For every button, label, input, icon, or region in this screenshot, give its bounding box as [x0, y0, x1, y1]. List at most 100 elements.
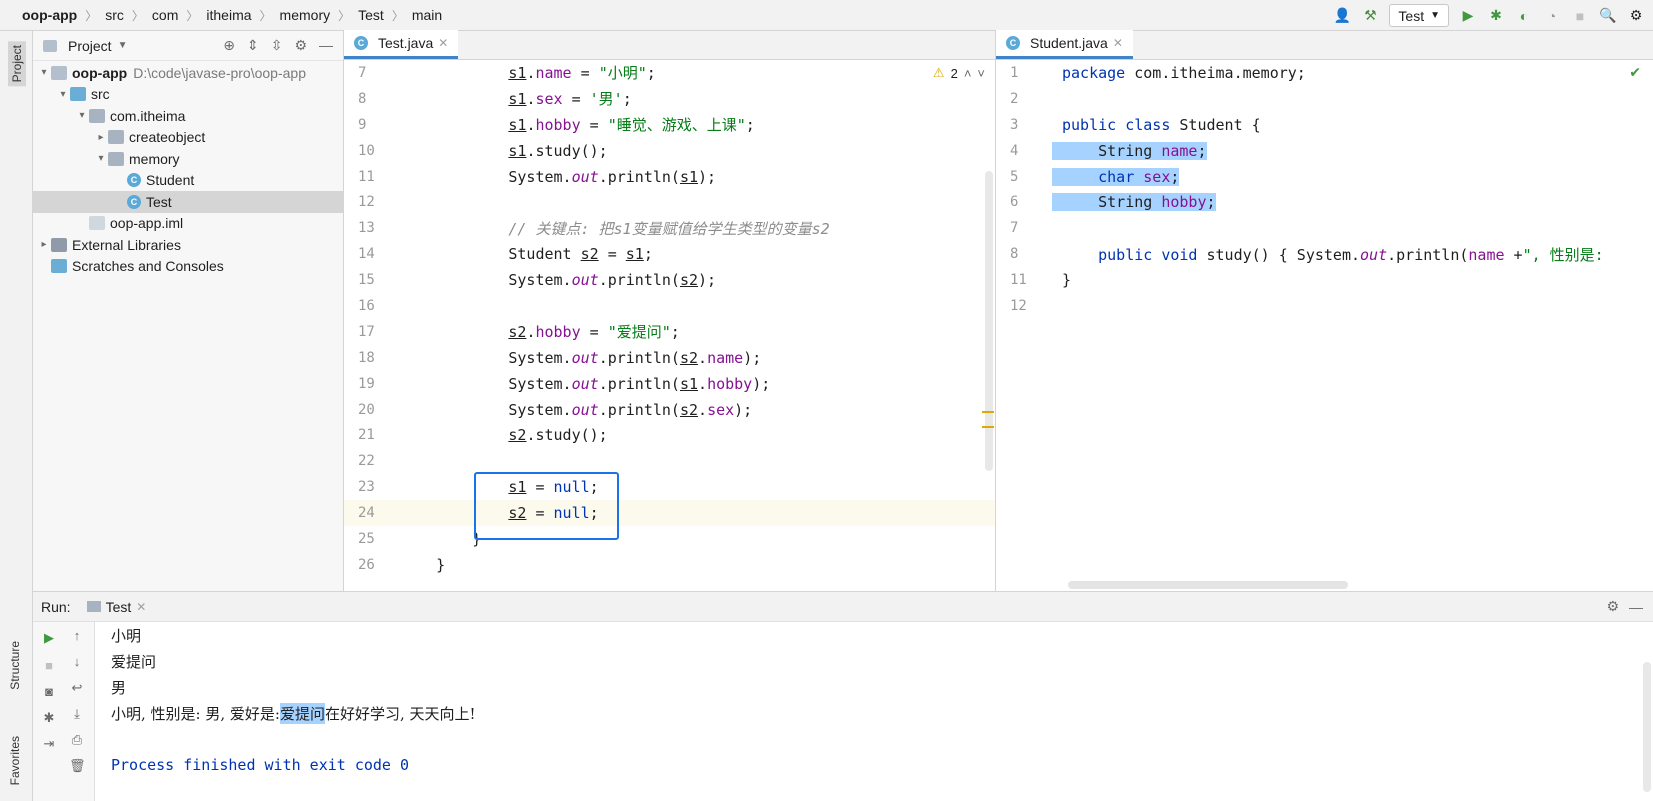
tab-test-java[interactable]: C Test.java ✕ — [344, 30, 459, 59]
build-hammer-icon[interactable]: ⚒ — [1361, 7, 1379, 25]
project-title[interactable]: Project — [68, 38, 112, 54]
code-text: System.out.println(s2.sex); — [400, 400, 753, 419]
line-number: 11 — [1010, 272, 1027, 289]
chevron-icon[interactable]: ▾ — [37, 67, 51, 78]
run-config-select[interactable]: Test ▼ — [1389, 4, 1449, 27]
line-number: 21 — [358, 427, 375, 444]
line-number: 1 — [1010, 64, 1019, 81]
tree-item-label: createobject — [129, 129, 206, 146]
line-number: 8 — [1010, 246, 1019, 263]
favorites-tool-tab[interactable]: Favorites — [8, 736, 22, 785]
warnings-indicator[interactable]: ⚠ 2 ˄ ˅ — [933, 65, 985, 81]
left-tool-strip: Project Structure Favorites — [0, 31, 33, 801]
expand-all-icon[interactable]: ⇕ — [247, 37, 259, 54]
chevron-down-icon[interactable]: ▼ — [118, 40, 128, 51]
breadcrumb-item[interactable]: oop-app — [22, 7, 77, 23]
scroll-to-end-icon[interactable]: ⤓ — [69, 706, 85, 722]
run-config-icon — [86, 601, 101, 612]
code-line: 25 } — [344, 526, 995, 552]
print-icon[interactable]: ⎙ — [69, 732, 85, 748]
close-icon[interactable]: ✕ — [1113, 36, 1123, 50]
line-number: 15 — [358, 272, 375, 289]
code-text: package com.itheima.memory; — [1062, 63, 1306, 82]
gear-icon[interactable]: ⚙ — [294, 37, 307, 54]
chevron-icon[interactable]: ▾ — [94, 153, 108, 164]
camera-icon[interactable]: ◙ — [41, 684, 57, 700]
breadcrumb-item[interactable]: Test — [358, 7, 384, 23]
breadcrumb: oop-app 〉 src 〉 com 〉 itheima 〉 memory 〉 Test 〉 main — [0, 7, 442, 24]
trash-icon[interactable]: 🗑 — [69, 758, 86, 774]
editor-tabbar: C Student.java ✕ — [996, 30, 1653, 60]
collapse-all-icon[interactable]: ⇳ — [271, 37, 283, 54]
search-icon[interactable]: 🔍 — [1599, 7, 1617, 25]
tree-item[interactable]: ▾ com.itheima — [33, 105, 343, 127]
chevron-icon[interactable]: ▸ — [37, 239, 51, 250]
code-line: 5 char sex; — [996, 164, 1653, 190]
code-line: 22 — [344, 448, 995, 474]
run-icon[interactable]: ▶ — [1459, 7, 1477, 25]
tab-student-java[interactable]: C Student.java ✕ — [996, 30, 1133, 59]
chevron-icon[interactable]: ▸ — [94, 132, 108, 143]
close-icon[interactable]: ✕ — [438, 36, 448, 50]
code-area[interactable]: 7 s1.name = "小明"; 8 s1.sex = '男'; 9 s1.hob… — [344, 60, 995, 591]
tree-item[interactable]: ▸ createobject — [33, 127, 343, 149]
horizontal-scrollbar[interactable] — [1068, 581, 1348, 589]
locate-icon[interactable]: ⊕ — [223, 37, 235, 54]
code-line: 13 // 关键点: 把s1变量赋值给学生类型的变量s2 — [344, 215, 995, 241]
breadcrumb-item[interactable]: com — [152, 7, 178, 23]
structure-tool-tab[interactable]: Structure — [8, 641, 22, 690]
exit-icon[interactable]: ⇥ — [41, 736, 57, 752]
tree-item[interactable]: ▾ src — [33, 84, 343, 106]
arrow-down-icon[interactable]: ↓ — [69, 654, 85, 670]
project-tool-tab[interactable]: Project — [8, 41, 26, 87]
editor-test-java: C Test.java ✕ 7 s1.name = "小明"; 8 s1.sex … — [344, 30, 996, 591]
code-text: s1.hobby = "睡觉、游戏、上课"; — [508, 116, 755, 135]
console-scrollbar[interactable] — [1643, 662, 1651, 792]
tree-item[interactable]: ▸ External Libraries — [33, 234, 343, 256]
code-area[interactable]: 1 package com.itheima.memory; 2 3 public cla… — [996, 60, 1653, 591]
breadcrumb-item[interactable]: src — [105, 7, 124, 23]
chevron-icon[interactable]: ▾ — [56, 89, 70, 100]
tree-item-label: Test — [146, 193, 172, 210]
chevron-down-icon[interactable]: ˅ — [977, 66, 985, 81]
minimize-icon[interactable]: — — [1629, 599, 1643, 615]
arrow-up-icon[interactable]: ↑ — [69, 628, 85, 644]
breadcrumb-item[interactable]: itheima — [206, 7, 251, 23]
rerun-icon[interactable]: ▶ — [41, 630, 57, 646]
tree-item[interactable]: C Test — [33, 191, 343, 213]
tree-item[interactable]: oop-app.iml — [33, 213, 343, 235]
code-text: } — [400, 529, 482, 548]
console-output[interactable]: 小明 爱提问男 小明, 性别是: 男, 爱好是: 爱提问 在好好学习, 天天向上! … — [111, 622, 1653, 801]
tree-item[interactable]: Scratches and Consoles — [33, 256, 343, 278]
breadcrumb-item[interactable]: main — [412, 7, 442, 23]
line-number: 16 — [358, 297, 375, 314]
settings-gear-icon[interactable]: ⚙ — [1627, 7, 1645, 25]
soft-wrap-icon[interactable]: ↩ — [69, 680, 85, 696]
debug-icon[interactable]: ✱ — [1487, 7, 1505, 25]
line-number: 23 — [358, 479, 375, 496]
breadcrumb-item[interactable]: memory — [280, 7, 331, 23]
tree-item[interactable]: C Student — [33, 170, 343, 192]
close-icon[interactable]: ✕ — [136, 600, 146, 614]
stop-icon[interactable]: ■ — [41, 658, 57, 674]
stop-icon[interactable]: ■ — [1571, 7, 1589, 25]
tree-item[interactable]: ▾ oop-app D:\code\javase-pro\oop-app — [33, 62, 343, 84]
editor-student-java: C Student.java ✕ 1 package com.itheima.me… — [996, 30, 1653, 591]
chevron-up-icon[interactable]: ˄ — [964, 66, 972, 81]
code-text: s2.hobby = "爱提问"; — [508, 323, 680, 342]
profile-icon[interactable]: ◔ — [1543, 7, 1561, 25]
gear-icon[interactable]: ⚙ — [1606, 598, 1619, 615]
tree-item[interactable]: ▾ memory — [33, 148, 343, 170]
bug-icon[interactable]: ✱ — [41, 710, 57, 726]
error-stripe-mark — [982, 411, 994, 413]
pkg-icon — [108, 130, 124, 145]
warning-icon: ⚠ — [932, 65, 945, 80]
run-tab[interactable]: Test ✕ — [81, 599, 153, 615]
user-icon[interactable]: 👤 — [1333, 7, 1351, 25]
minimize-icon[interactable]: — — [319, 37, 333, 54]
chevron-icon[interactable]: ▾ — [75, 110, 89, 121]
coverage-icon[interactable]: ◐ — [1515, 7, 1533, 25]
navigation-bar: oop-app 〉 src 〉 com 〉 itheima 〉 memory 〉 Test 〉 main… — [0, 0, 1653, 31]
project-panel-header: Project ▼ ⊕ ⇕ ⇳ ⚙ — — [33, 31, 343, 61]
code-line: 20 System.out.println(s2.sex); — [344, 397, 995, 423]
